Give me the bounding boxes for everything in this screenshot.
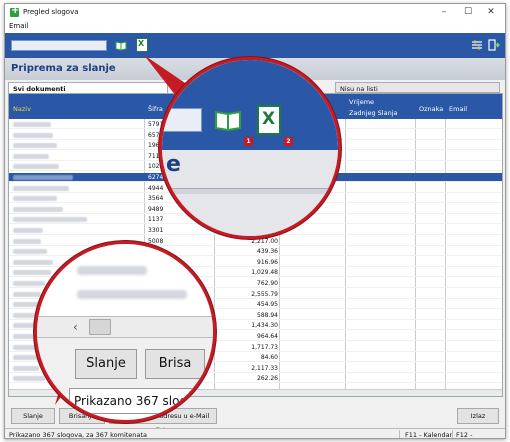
zoom-scrollbar: ‹: [37, 316, 213, 338]
zoom-excel-icon: X: [257, 105, 281, 135]
zoom-send-button: Slanje: [75, 349, 137, 379]
zoom-grid-area: [37, 244, 213, 316]
badge-2: 2: [284, 137, 293, 146]
scroll-left-icon: ‹: [73, 320, 78, 334]
zoom-scroll-thumb: [89, 319, 111, 335]
zoom-callout-toolbar: 1 X 2 e: [159, 57, 341, 239]
zoom-delete-button: Brisa: [145, 349, 205, 379]
zoom-callout-buttons: ‹ Slanje Brisa Prikazano 367 slogova,: [34, 241, 216, 423]
zoom-blurred-row: [77, 290, 187, 299]
zoom-tab-line: [162, 188, 338, 194]
zoom-status-text: Prikazano 367 slogova,: [69, 388, 213, 414]
zoom-search-input: [162, 108, 202, 132]
zoom-header-band: [162, 150, 338, 236]
zoom-book-icon: [215, 110, 241, 132]
zoom-blurred-row: [77, 266, 147, 275]
badge-1: 1: [244, 137, 253, 146]
zoom-partial-title: e: [166, 152, 181, 177]
